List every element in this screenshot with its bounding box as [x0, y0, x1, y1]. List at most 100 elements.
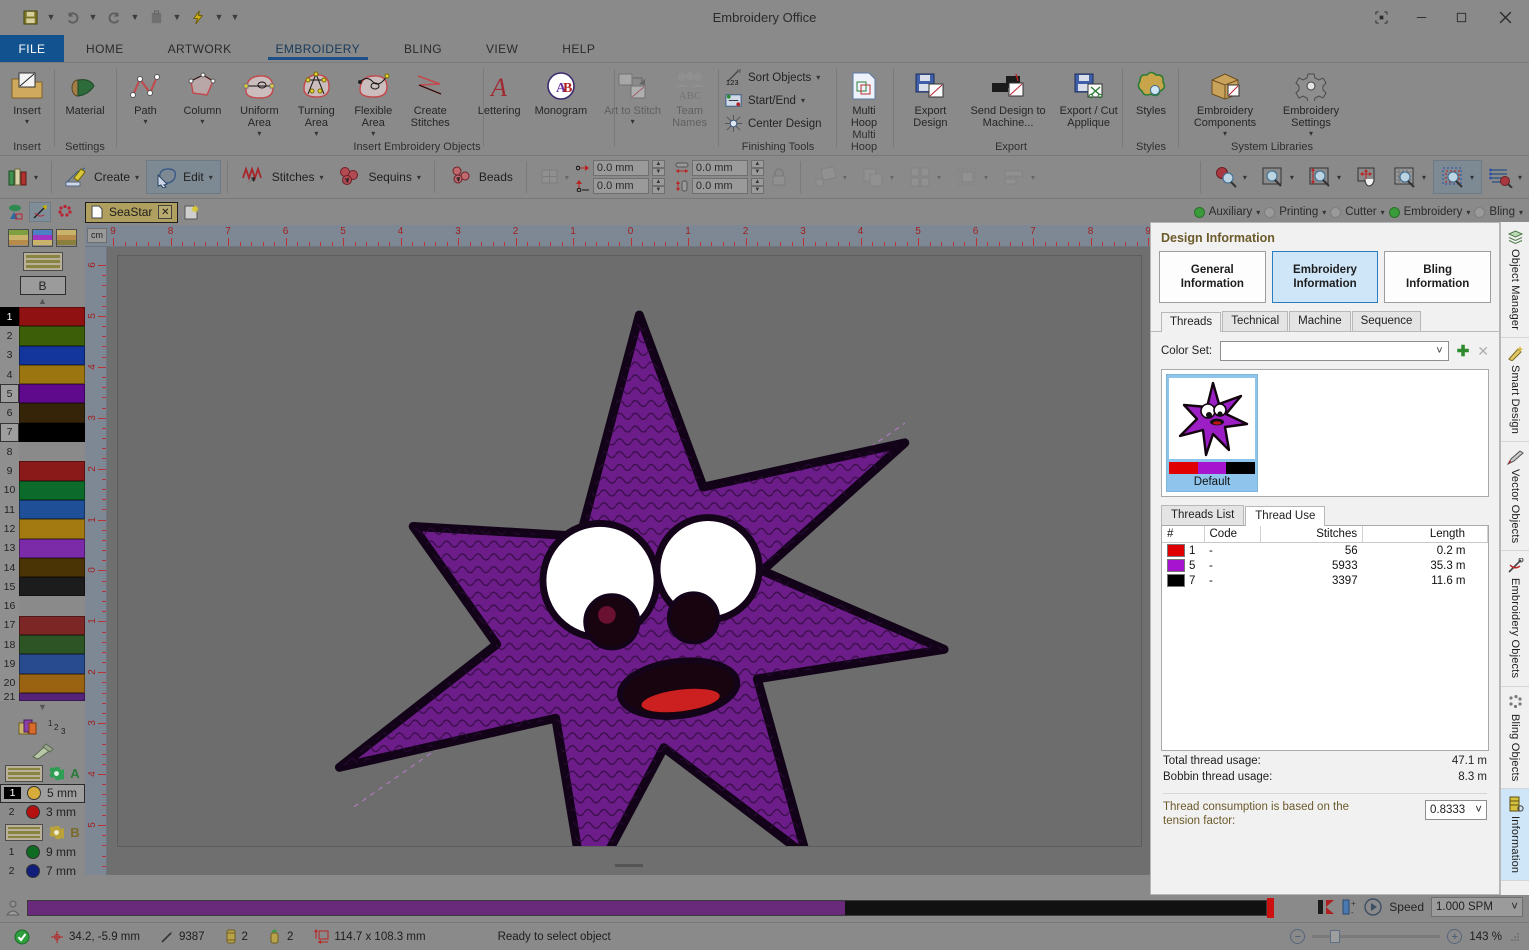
- ribbon-tab-help[interactable]: HELP: [540, 35, 617, 62]
- zoom-tool-caret-icon[interactable]: ▾: [1243, 173, 1247, 182]
- ribbon-tab-artwork[interactable]: ARTWORK: [146, 35, 254, 62]
- create-button[interactable]: Create ▾: [58, 160, 146, 194]
- stitch-progress-bar[interactable]: [27, 900, 1267, 916]
- zoom-list-button[interactable]: ▾: [1482, 160, 1529, 194]
- tab-thread-use[interactable]: Thread Use: [1245, 506, 1326, 526]
- color-row-9[interactable]: 9: [0, 461, 85, 481]
- arrange-grid-button[interactable]: ▾: [901, 160, 948, 194]
- thread-set-gallery[interactable]: Default: [1161, 369, 1489, 497]
- color-swatch-12[interactable]: [19, 519, 85, 539]
- tab-threads-list[interactable]: Threads List: [1161, 505, 1245, 525]
- rotate-caret-icon[interactable]: ▾: [843, 173, 847, 182]
- vertical-ruler[interactable]: 6 5 4 3 2 1 0 1 2 3 4 5: [85, 247, 107, 875]
- thread-set-card-default[interactable]: Default: [1166, 374, 1258, 492]
- printing-caret-icon[interactable]: ▾: [1322, 208, 1326, 217]
- color-row-3[interactable]: 3: [0, 345, 85, 365]
- color-swatch-6[interactable]: [19, 403, 85, 423]
- sequins-button[interactable]: Sequins ▾: [330, 160, 427, 194]
- canvas-horizontal-scrollbar[interactable]: [107, 877, 1150, 895]
- sequin-group-a-card[interactable]: [5, 764, 44, 782]
- sequin-a-row-1[interactable]: 1 5 mm: [0, 783, 85, 803]
- color-row-14[interactable]: 14: [0, 557, 85, 578]
- color-row-13[interactable]: 13: [0, 538, 85, 558]
- zoom-selection-button[interactable]: ▾: [1432, 160, 1482, 194]
- monogram-button[interactable]: AB Monogram: [528, 67, 594, 117]
- bling-icon[interactable]: [54, 202, 76, 222]
- order-tool-button[interactable]: ▾: [948, 160, 995, 194]
- design-canvas[interactable]: [107, 247, 1150, 875]
- zoom-box-button[interactable]: ▾: [1254, 160, 1301, 194]
- seastar-design-graphic[interactable]: [118, 256, 1141, 846]
- color-swatch-13[interactable]: [19, 538, 85, 558]
- lettering-button[interactable]: A Lettering: [471, 67, 528, 117]
- library-button[interactable]: ▾: [0, 160, 45, 194]
- header-code[interactable]: Code: [1204, 526, 1261, 543]
- color-swatch-11[interactable]: [19, 499, 85, 520]
- dock-tab-bling-objects[interactable]: Bling Objects: [1501, 687, 1529, 790]
- color-row-8[interactable]: 8: [0, 442, 85, 462]
- tab-machine[interactable]: Machine: [1289, 311, 1351, 331]
- embroidery-settings-button[interactable]: Embroidery Settings ▾: [1268, 67, 1354, 138]
- multi-hoop-button[interactable]: Multi Hoop: [838, 67, 890, 129]
- sequin-stack-icon[interactable]: [17, 717, 41, 737]
- zoom-out-icon[interactable]: −: [1290, 929, 1306, 944]
- zoom-slider-handle[interactable]: [1330, 930, 1341, 943]
- cutter-caret-icon[interactable]: ▾: [1381, 208, 1385, 217]
- zoom-selection-caret-icon[interactable]: ▾: [1470, 173, 1474, 182]
- art-to-stitch-caret-icon[interactable]: ▾: [631, 117, 635, 126]
- embroidery-components-caret-icon[interactable]: ▾: [1223, 129, 1227, 138]
- insert-button[interactable]: Insert ▾: [0, 67, 54, 126]
- color-swatch-17[interactable]: [19, 615, 85, 636]
- canvas-resize-grip[interactable]: [614, 864, 643, 867]
- export-design-button[interactable]: Export Design: [896, 67, 965, 129]
- play-icon[interactable]: [1364, 898, 1382, 916]
- color-row-5[interactable]: 5: [0, 384, 85, 404]
- new-document-icon[interactable]: [184, 204, 200, 220]
- zoom-height-caret-icon[interactable]: ▾: [1337, 173, 1341, 182]
- color-row-6[interactable]: 6: [0, 403, 85, 423]
- anchor-caret-icon[interactable]: ▾: [565, 173, 569, 182]
- dock-tab-object-manager[interactable]: Object Manager: [1501, 222, 1529, 339]
- width-input[interactable]: 0.0 mm: [691, 160, 748, 176]
- distribute-tool-button[interactable]: ▾: [995, 160, 1042, 194]
- color-row-10[interactable]: 10: [0, 480, 85, 500]
- dock-tab-embroidery-objects[interactable]: Embroidery Objects: [1501, 551, 1529, 687]
- color-swatch-1[interactable]: [19, 307, 85, 327]
- embroidery-settings-caret-icon[interactable]: ▾: [1309, 129, 1313, 138]
- color-row-20[interactable]: 20: [0, 673, 85, 693]
- edit-caret-icon[interactable]: ▾: [209, 173, 213, 182]
- color-swatch-8[interactable]: [19, 442, 85, 462]
- color-swatch-19[interactable]: [19, 654, 85, 674]
- y-position-input[interactable]: 0.0 mm: [592, 178, 649, 194]
- close-icon[interactable]: [1481, 0, 1529, 35]
- status-light-bling[interactable]: Bling ▾: [1474, 206, 1523, 218]
- color-row-11[interactable]: 11: [0, 499, 85, 520]
- tab-threads[interactable]: Threads: [1161, 312, 1222, 332]
- sort-objects-caret-icon[interactable]: ▾: [816, 73, 820, 82]
- color-row-15[interactable]: 15: [0, 577, 85, 597]
- header-number[interactable]: #: [1162, 526, 1205, 543]
- ribbon-tab-embroidery[interactable]: EMBROIDERY: [254, 35, 382, 62]
- color-row-17[interactable]: 17: [0, 615, 85, 636]
- y-position-spinner[interactable]: ▲ ▼: [651, 178, 665, 194]
- color-swatch-21[interactable]: [19, 692, 85, 701]
- width-spinner[interactable]: ▲ ▼: [750, 160, 764, 176]
- zoom-slider[interactable]: [1312, 930, 1441, 943]
- turning-area-caret-icon[interactable]: ▾: [314, 129, 318, 138]
- plus-icon[interactable]: ✚: [1457, 342, 1470, 360]
- sequin-group-b-card[interactable]: [5, 823, 44, 841]
- status-light-auxiliary[interactable]: Auxiliary ▾: [1193, 206, 1260, 218]
- sequins-caret-icon[interactable]: ▾: [417, 173, 421, 182]
- palette-b-button[interactable]: B: [19, 276, 66, 295]
- status-light-printing[interactable]: Printing ▾: [1264, 206, 1326, 218]
- header-length[interactable]: Length: [1362, 526, 1488, 543]
- tension-factor-combo[interactable]: 0.8333 ˅: [1425, 800, 1487, 820]
- color-swatch-9[interactable]: [19, 461, 85, 481]
- zoom-tool-button[interactable]: ▾: [1207, 160, 1254, 194]
- ribbon-tab-file[interactable]: FILE: [0, 35, 64, 62]
- gear-icon[interactable]: [49, 825, 65, 840]
- table-row[interactable]: 1 - 56 0.2 m: [1162, 543, 1488, 559]
- uniform-area-caret-icon[interactable]: ▾: [257, 129, 261, 138]
- design-sheet[interactable]: [117, 255, 1142, 847]
- table-row[interactable]: 7 - 3397 11.6 m: [1162, 573, 1488, 588]
